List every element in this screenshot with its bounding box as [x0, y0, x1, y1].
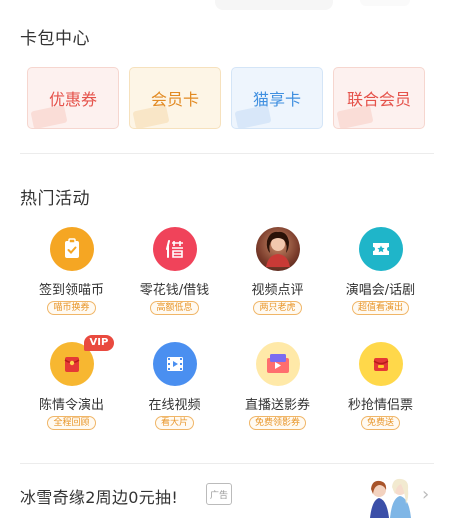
top-search-remnant — [215, 0, 333, 10]
gift-envelope-icon — [358, 342, 403, 386]
activity-name: 签到领喵币 — [38, 283, 104, 298]
activity-name: 陈情令演出 — [38, 398, 104, 413]
activity-tag: 全程回顾 — [47, 416, 96, 430]
activity-chenqingling[interactable]: VIP 陈情令演出 全程回顾 — [20, 335, 123, 430]
activity-couple-ticket[interactable]: 秒抢情侣票 免费送 — [329, 342, 432, 430]
frozen-characters-image — [362, 472, 418, 518]
activity-video-review[interactable]: 视频点评 两只老虎 — [226, 227, 329, 315]
card-label: 会员卡 — [150, 90, 199, 109]
activity-tag: 免费送 — [360, 416, 400, 430]
maoxiang-card[interactable]: 猫享卡 — [231, 67, 323, 129]
activity-name: 秒抢情侣票 — [347, 398, 413, 413]
card-label: 猫享卡 — [252, 90, 301, 109]
live-coupon-icon — [255, 342, 300, 386]
activity-online-video[interactable]: 在线视频 看大片 — [123, 342, 226, 430]
activity-name: 零花钱/借钱 — [139, 283, 210, 298]
red-envelope-icon: VIP — [49, 335, 115, 386]
top-decoration — [360, 0, 410, 6]
activity-concert[interactable]: 演唱会/话剧 超值看演出 — [329, 227, 432, 315]
coupon-card[interactable]: 优惠券 — [27, 67, 119, 129]
activity-tag: 两只老虎 — [253, 301, 302, 315]
activity-tag: 喵币换券 — [47, 301, 96, 315]
video-review-avatar — [255, 227, 300, 271]
chevron-right-icon: › — [422, 484, 430, 505]
activity-tag: 高额低息 — [150, 301, 199, 315]
top-strip — [0, 0, 452, 14]
activity-tag: 免费领影券 — [248, 416, 306, 430]
activity-name: 直播送影券 — [244, 398, 310, 413]
activity-live-coupon[interactable]: 直播送影券 免费领影券 — [226, 342, 329, 430]
activity-name: 演唱会/话剧 — [345, 283, 416, 298]
ad-badge: 广告 — [206, 483, 232, 505]
ticket-star-icon — [358, 227, 403, 271]
borrow-icon — [152, 227, 197, 271]
film-play-icon — [152, 342, 197, 386]
ad-banner[interactable]: 冰雪奇缘2周边0元抽! 广告 › — [20, 472, 434, 518]
activity-name: 视频点评 — [251, 283, 304, 298]
card-list: 优惠券 会员卡 猫享卡 联合会员 — [27, 67, 425, 131]
activity-tag: 超值看演出 — [351, 301, 409, 315]
joint-membership-card[interactable]: 联合会员 — [333, 67, 425, 129]
vip-badge: VIP — [83, 335, 115, 351]
card-label: 联合会员 — [346, 90, 411, 109]
activity-checkin[interactable]: 签到领喵币 喵币换券 — [20, 227, 123, 315]
activity-name: 在线视频 — [148, 398, 201, 413]
card-section-title: 卡包中心 — [20, 29, 90, 49]
hot-section-title: 热门活动 — [20, 189, 90, 209]
activity-borrow[interactable]: 零花钱/借钱 高额低息 — [123, 227, 226, 315]
ad-text: 冰雪奇缘2周边0元抽! — [20, 488, 179, 507]
checklist-icon — [49, 227, 94, 271]
section-divider — [20, 463, 434, 464]
section-divider — [20, 153, 434, 154]
membership-card[interactable]: 会员卡 — [129, 67, 221, 129]
card-label: 优惠券 — [48, 90, 97, 109]
activity-tag: 看大片 — [154, 416, 194, 430]
